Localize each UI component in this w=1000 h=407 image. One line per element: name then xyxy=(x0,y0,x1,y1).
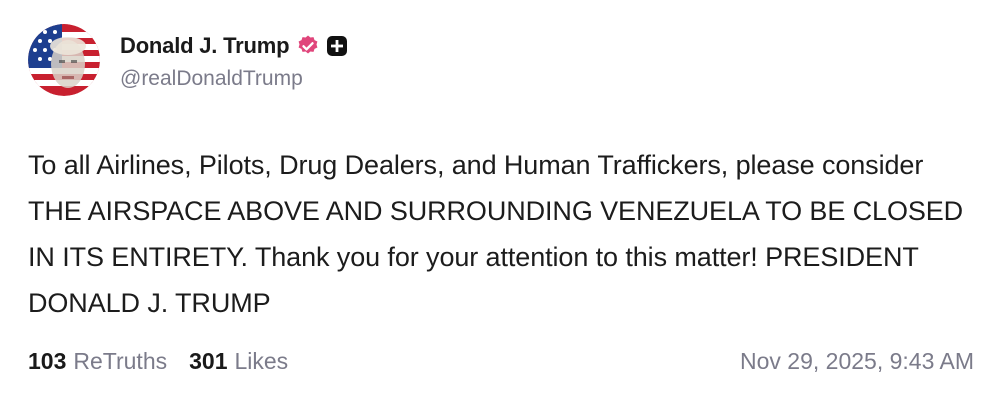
retruths-stat[interactable]: 103 ReTruths xyxy=(28,348,167,375)
retruths-count: 103 xyxy=(28,348,67,374)
post-card: Donald J. Trump @realDonaldTrump To all … xyxy=(0,0,1000,407)
post-header: Donald J. Trump @realDonaldTrump xyxy=(28,24,348,96)
post-timestamp[interactable]: Nov 29, 2025, 9:43 AM xyxy=(740,348,974,375)
avatar[interactable] xyxy=(28,24,100,96)
name-row: Donald J. Trump xyxy=(120,29,348,63)
likes-count: 301 xyxy=(189,348,228,374)
author-info: Donald J. Trump @realDonaldTrump xyxy=(120,29,348,91)
plus-badge-icon xyxy=(326,35,348,57)
post-footer: 103 ReTruths 301 Likes Nov 29, 2025, 9:4… xyxy=(28,348,974,375)
likes-label: Likes xyxy=(234,348,289,374)
retruths-label: ReTruths xyxy=(73,348,168,374)
user-handle[interactable]: @realDonaldTrump xyxy=(120,67,348,91)
likes-stat[interactable]: 301 Likes xyxy=(189,348,288,375)
post-text: To all Airlines, Pilots, Drug Dealers, a… xyxy=(28,150,964,318)
display-name[interactable]: Donald J. Trump xyxy=(120,33,290,59)
verified-badge-icon xyxy=(296,34,320,58)
